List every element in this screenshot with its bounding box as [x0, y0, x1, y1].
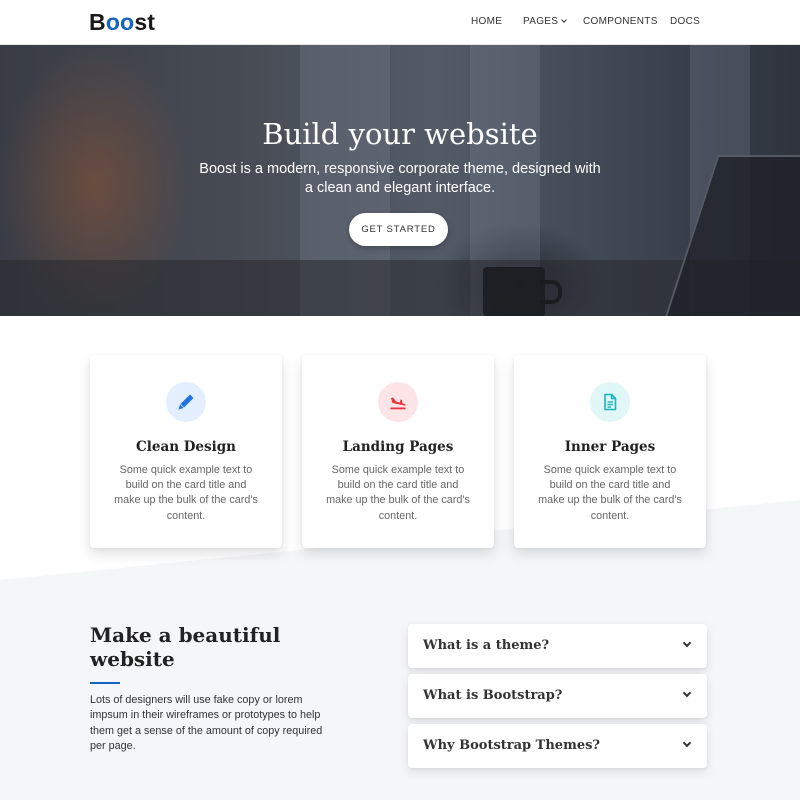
brand-logo[interactable]: Boost	[89, 9, 155, 36]
card-text: Some quick example text to build on the …	[326, 464, 470, 522]
brand-logo-prefix: B	[89, 9, 106, 35]
chevron-down-icon	[682, 738, 692, 748]
pen-icon	[166, 382, 206, 422]
faq-question: What is Bootstrap?	[423, 688, 563, 703]
get-started-button[interactable]: GET STARTED	[349, 213, 448, 246]
card-title: Clean Design	[135, 439, 236, 455]
hero-background-mug-handle	[540, 280, 562, 304]
plane-landing-icon	[378, 382, 418, 422]
nav-pages[interactable]: PAGES	[523, 16, 568, 27]
hero-subtitle: Boost is a modern, responsive corporate …	[199, 161, 601, 196]
faq-item[interactable]: What is a theme?	[408, 624, 707, 668]
card-title: Inner Pages	[564, 439, 656, 455]
card-text: Some quick example text to build on the …	[538, 464, 682, 522]
card-title: Landing Pages	[342, 439, 454, 455]
chevron-down-icon	[682, 638, 692, 648]
about-text: Lots of designers will use fake copy or …	[90, 694, 323, 752]
brand-logo-suffix: st	[134, 9, 156, 35]
faq-item[interactable]: Why Bootstrap Themes?	[408, 724, 707, 768]
feature-card-clean-design: Clean Design Some quick example text to …	[90, 355, 282, 548]
hero-background-laptop	[662, 155, 800, 316]
feature-card-landing-pages: Landing Pages Some quick example text to…	[302, 355, 494, 548]
card-text: Some quick example text to build on the …	[114, 464, 258, 522]
hero-title: Build your website	[262, 117, 538, 151]
faq-question: What is a theme?	[423, 638, 550, 653]
faq-question: Why Bootstrap Themes?	[423, 738, 601, 753]
nav-docs[interactable]: DOCS	[670, 16, 700, 27]
hero-section: Build your website Boost is a modern, re…	[0, 45, 800, 316]
navbar: Boost HOME PAGES COMPONENTS DOCS	[0, 0, 800, 45]
faq-item[interactable]: What is Bootstrap?	[408, 674, 707, 718]
chevron-down-icon	[682, 688, 692, 698]
document-icon	[590, 382, 630, 422]
brand-logo-accent: oo	[105, 9, 135, 35]
feature-card-inner-pages: Inner Pages Some quick example text to b…	[514, 355, 706, 548]
title-underline	[90, 682, 120, 684]
hero-background-mug	[483, 267, 545, 316]
about-title: Make a beautiful website	[90, 623, 281, 671]
nav-components[interactable]: COMPONENTS	[583, 16, 658, 27]
chevron-down-icon	[561, 17, 568, 23]
nav-pages-label: PAGES	[523, 16, 559, 27]
nav-home[interactable]: HOME	[471, 16, 502, 27]
